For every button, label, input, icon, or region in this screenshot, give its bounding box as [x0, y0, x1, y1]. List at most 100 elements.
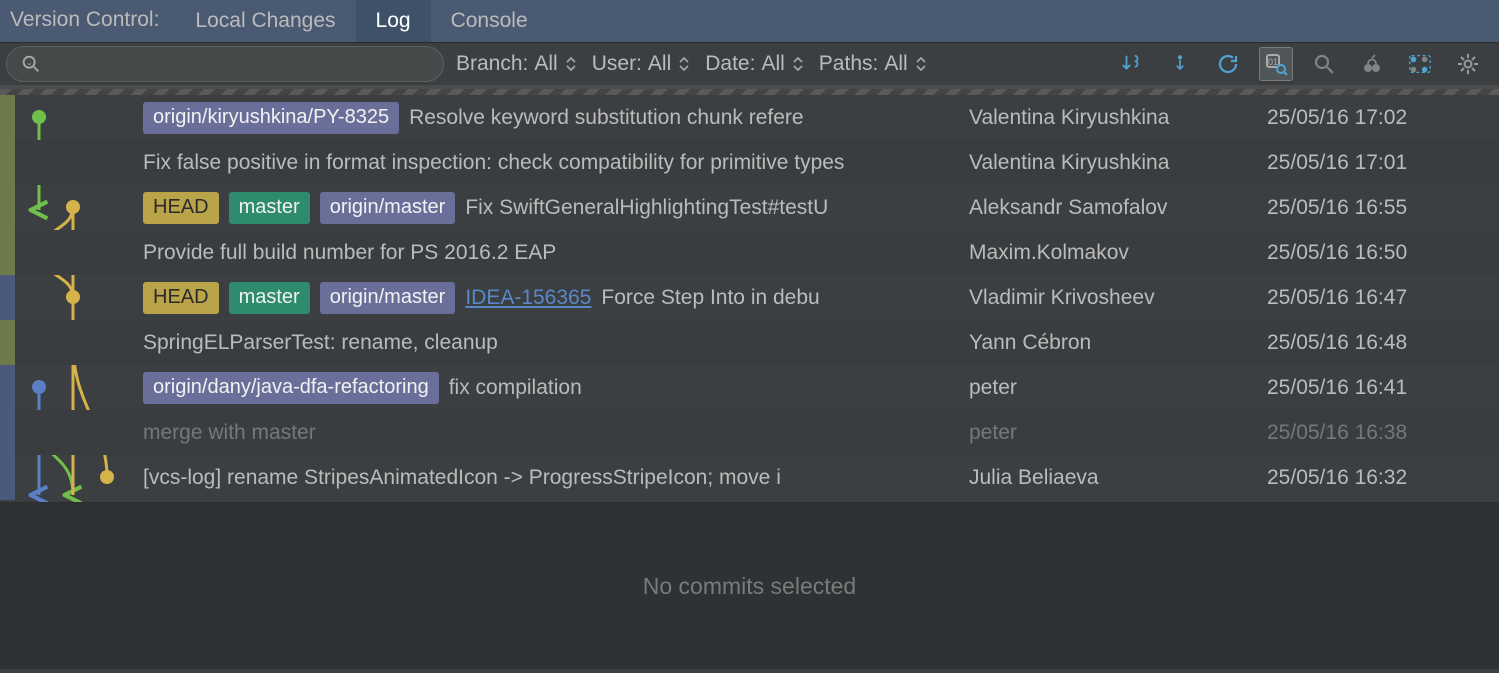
filter-date[interactable]: Date: All	[705, 52, 805, 76]
commit-row[interactable]: HEAD master origin/master IDEA-156365 Force …	[0, 275, 1499, 320]
tab-log[interactable]: Log	[356, 0, 431, 42]
spinner-icon	[914, 57, 928, 71]
commit-message: HEAD master origin/master IDEA-156365 Force …	[143, 282, 969, 314]
find-icon[interactable]	[1307, 47, 1341, 81]
go-to-hash-icon[interactable]: 01	[1259, 47, 1293, 81]
commit-author: Valentina Kiryushkina	[969, 151, 1259, 175]
commit-message: [vcs-log] rename StripesAnimatedIcon -> …	[143, 466, 969, 490]
collapse-linear-icon[interactable]	[1163, 47, 1197, 81]
ref-tag-remote[interactable]: origin/master	[320, 192, 456, 224]
commit-author: Julia Beliaeva	[969, 466, 1259, 490]
commit-message: merge with master	[143, 421, 969, 445]
gear-icon[interactable]	[1451, 47, 1485, 81]
commit-date: 25/05/16 16:38	[1259, 421, 1499, 445]
filter-user[interactable]: User: All	[592, 52, 692, 76]
commit-row[interactable]: HEAD master origin/master Fix SwiftGeneralH…	[0, 185, 1499, 230]
commit-date: 25/05/16 17:01	[1259, 151, 1499, 175]
filter-date-label: Date:	[705, 52, 755, 76]
commit-log[interactable]: origin/kiryushkina/PY-8325 Resolve keywor…	[0, 95, 1499, 502]
ref-tag-head[interactable]: HEAD	[143, 192, 219, 224]
ref-tag-remote[interactable]: origin/kiryushkina/PY-8325	[143, 102, 399, 134]
root-indicator	[0, 230, 15, 275]
commit-author: peter	[969, 376, 1259, 400]
svg-text:01: 01	[1268, 57, 1278, 67]
commit-details: No commits selected	[0, 502, 1499, 669]
root-indicator	[0, 185, 15, 230]
commit-message-text: Force Step Into in debu	[601, 286, 819, 310]
ref-tag-remote[interactable]: origin/dany/java-dfa-refactoring	[143, 372, 439, 404]
log-toolbar: Branch: All User: All Date: All Paths: A…	[0, 43, 1499, 89]
commit-row[interactable]: Provide full build number for PS 2016.2 …	[0, 230, 1499, 275]
commit-message: Provide full build number for PS 2016.2 …	[143, 241, 969, 265]
spinner-icon	[791, 57, 805, 71]
commit-message: Fix false positive in format inspection:…	[143, 151, 969, 175]
search-input[interactable]	[6, 46, 444, 82]
commit-date: 25/05/16 16:48	[1259, 331, 1499, 355]
toolbar-actions: 01	[1115, 47, 1493, 81]
commit-message-text: Fix SwiftGeneralHighlightingTest#testU	[465, 196, 828, 220]
intellisort-icon[interactable]	[1115, 47, 1149, 81]
panel-title: Version Control:	[0, 0, 175, 42]
refresh-icon[interactable]	[1211, 47, 1245, 81]
commit-author: Maxim.Kolmakov	[969, 241, 1259, 265]
filter-paths-value: All	[884, 52, 907, 76]
cherry-pick-icon[interactable]	[1355, 47, 1389, 81]
commit-date: 25/05/16 16:32	[1259, 466, 1499, 490]
commit-author: peter	[969, 421, 1259, 445]
filter-branch-label: Branch:	[456, 52, 528, 76]
commit-message-text: SpringELParserTest: rename, cleanup	[143, 331, 498, 355]
commit-author: Valentina Kiryushkina	[969, 106, 1259, 130]
commit-row[interactable]: origin/kiryushkina/PY-8325 Resolve keywor…	[0, 95, 1499, 140]
root-indicator	[0, 95, 15, 140]
filter-user-label: User:	[592, 52, 642, 76]
commit-date: 25/05/16 16:41	[1259, 376, 1499, 400]
issue-link[interactable]: IDEA-156365	[465, 286, 591, 310]
commit-message-text: [vcs-log] rename StripesAnimatedIcon -> …	[143, 466, 781, 490]
details-empty-text: No commits selected	[643, 573, 856, 600]
commit-row[interactable]: [vcs-log] rename StripesAnimatedIcon -> …	[0, 455, 1499, 500]
search-icon	[20, 53, 42, 75]
filter-date-value: All	[761, 52, 784, 76]
ref-tag-head[interactable]: HEAD	[143, 282, 219, 314]
commit-message: HEAD master origin/master Fix SwiftGeneralH…	[143, 192, 969, 224]
spinner-icon	[564, 57, 578, 71]
filter-paths[interactable]: Paths: All	[819, 52, 928, 76]
filter-branch[interactable]: Branch: All	[456, 52, 578, 76]
root-indicator	[0, 275, 15, 320]
commit-row[interactable]: Fix false positive in format inspection:…	[0, 140, 1499, 185]
commit-message: origin/dany/java-dfa-refactoring fix comp…	[143, 372, 969, 404]
commit-message-text: merge with master	[143, 421, 316, 445]
commit-date: 25/05/16 17:02	[1259, 106, 1499, 130]
ref-tag-remote[interactable]: origin/master	[320, 282, 456, 314]
commit-author: Yann Cébron	[969, 331, 1259, 355]
commit-message-text: Fix false positive in format inspection:…	[143, 151, 844, 175]
commit-author: Vladimir Krivosheev	[969, 286, 1259, 310]
root-indicator	[0, 140, 15, 185]
ref-tag-local[interactable]: master	[229, 282, 310, 314]
tab-console[interactable]: Console	[431, 0, 548, 42]
filter-user-value: All	[648, 52, 671, 76]
commit-row[interactable]: origin/dany/java-dfa-refactoring fix comp…	[0, 365, 1499, 410]
ref-tag-local[interactable]: master	[229, 192, 310, 224]
commit-message-text: Resolve keyword substitution chunk refer…	[409, 106, 804, 130]
commit-message: origin/kiryushkina/PY-8325 Resolve keywor…	[143, 102, 969, 134]
filter-branch-value: All	[534, 52, 557, 76]
commit-date: 25/05/16 16:55	[1259, 196, 1499, 220]
filter-paths-label: Paths:	[819, 52, 879, 76]
vcs-tabbar: Version Control: Local Changes Log Conso…	[0, 0, 1499, 43]
root-indicator	[0, 365, 15, 410]
commit-date: 25/05/16 16:47	[1259, 286, 1499, 310]
tab-local-changes[interactable]: Local Changes	[175, 0, 355, 42]
root-indicator	[0, 410, 15, 455]
root-indicator	[0, 320, 15, 365]
commit-message: SpringELParserTest: rename, cleanup	[143, 331, 969, 355]
filters: Branch: All User: All Date: All Paths: A…	[456, 52, 928, 76]
commit-row[interactable]: merge with master peter25/05/16 16:38	[0, 410, 1499, 455]
commit-author: Aleksandr Samofalov	[969, 196, 1259, 220]
commit-message-text: Provide full build number for PS 2016.2 …	[143, 241, 556, 265]
commit-message-text: fix compilation	[449, 376, 582, 400]
commit-date: 25/05/16 16:50	[1259, 241, 1499, 265]
highlight-icon[interactable]	[1403, 47, 1437, 81]
spinner-icon	[677, 57, 691, 71]
commit-row[interactable]: SpringELParserTest: rename, cleanup Yann …	[0, 320, 1499, 365]
